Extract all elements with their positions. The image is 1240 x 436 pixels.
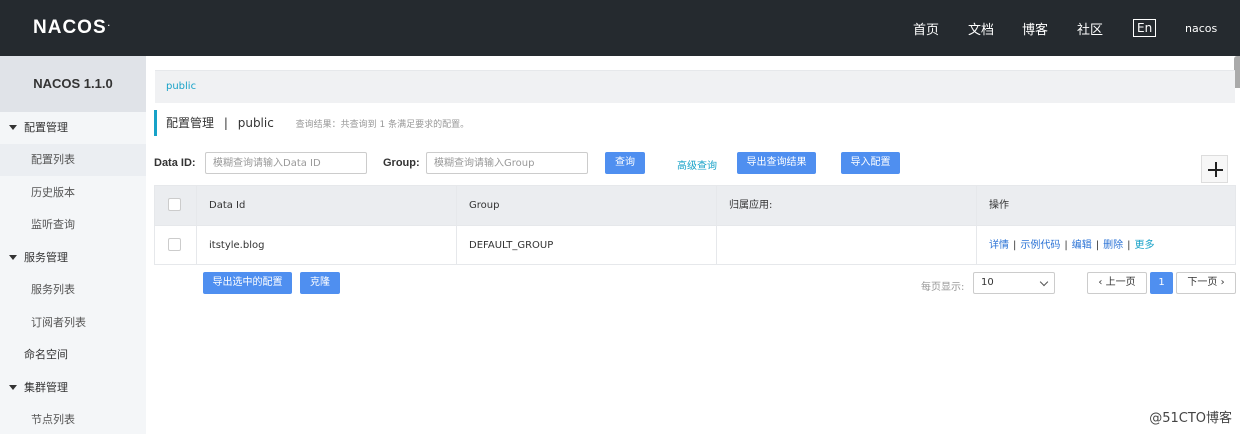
page-size-select[interactable]: 10 (973, 272, 1055, 294)
sidebar-item-namespace[interactable]: 命名空间 (0, 339, 146, 371)
title-separator: | (224, 116, 228, 130)
cell-app (716, 226, 976, 264)
page-number-current[interactable]: 1 (1150, 272, 1173, 294)
row-checkbox[interactable] (168, 238, 181, 251)
data-id-input[interactable] (205, 152, 367, 174)
sidebar-item-history[interactable]: 历史版本 (0, 177, 146, 209)
group-input[interactable] (426, 152, 588, 174)
watermark: @51CTO博客 (1149, 407, 1232, 426)
import-config-button[interactable]: 导入配置 (841, 152, 900, 174)
prev-page-label: 上一页 (1106, 277, 1136, 288)
prev-page-button[interactable]: ‹ 上一页 (1087, 272, 1147, 294)
sidebar-group-cluster[interactable]: 集群管理 (0, 372, 146, 404)
column-header-actions: 操作 (976, 186, 1235, 225)
action-more-link[interactable]: 更多 (1135, 240, 1155, 251)
table-header-row: Data Id Group 归属应用: 操作 (155, 186, 1235, 225)
advanced-query-link[interactable]: 高级查询 (677, 157, 717, 172)
action-delete-link[interactable]: 删除 (1103, 240, 1123, 251)
select-all-checkbox[interactable] (168, 198, 181, 211)
export-results-button[interactable]: 导出查询结果 (737, 152, 816, 174)
sidebar-item-listener-query[interactable]: 监听查询 (0, 209, 146, 241)
column-header-data-id[interactable]: Data Id (196, 186, 456, 225)
page-title-text: 配置管理 (166, 116, 214, 130)
column-header-app[interactable]: 归属应用: (716, 186, 976, 225)
cell-actions: 详情 | 示例代码 | 编辑 | 删除 | 更多 (976, 226, 1235, 264)
nav-home[interactable]: 首页 (913, 19, 939, 38)
clone-button[interactable]: 克隆 (300, 272, 340, 294)
data-id-label: Data ID: (154, 157, 196, 169)
action-detail-link[interactable]: 详情 (989, 240, 1009, 251)
page-size-value: 10 (981, 277, 994, 288)
nav-community[interactable]: 社区 (1077, 19, 1103, 38)
logo-text: NACOS (33, 17, 107, 38)
caret-down-icon (9, 385, 17, 390)
sidebar-group-label: 服务管理 (24, 242, 68, 274)
action-edit-link[interactable]: 编辑 (1072, 240, 1092, 251)
group-label: Group: (383, 157, 420, 169)
sidebar-item-node-list[interactable]: 节点列表 (0, 404, 146, 436)
sidebar: NACOS 1.1.0 配置管理 配置列表 历史版本 监听查询 服务管理 服务列… (0, 56, 146, 434)
nacos-logo[interactable]: NACOS. (33, 17, 111, 39)
add-config-button[interactable] (1201, 155, 1228, 183)
sidebar-group-label: 配置管理 (24, 112, 68, 144)
export-selected-button[interactable]: 导出选中的配置 (203, 272, 292, 294)
sidebar-group-label: 集群管理 (24, 372, 68, 404)
column-header-group[interactable]: Group (456, 186, 716, 225)
user-name[interactable]: nacos (1185, 22, 1217, 35)
cell-data-id: itstyle.blog (196, 226, 456, 264)
config-table: Data Id Group 归属应用: 操作 itstyle.blog DEFA… (154, 185, 1236, 265)
action-separator: | (1013, 240, 1016, 251)
chevron-right-icon: › (1221, 277, 1225, 288)
next-page-button[interactable]: 下一页 › (1176, 272, 1236, 294)
chevron-left-icon: ‹ (1098, 277, 1102, 288)
action-separator: | (1127, 240, 1130, 251)
caret-down-icon (9, 125, 17, 130)
query-result-hint: 查询结果：共查询到 1 条满足要求的配置。 (296, 120, 469, 130)
chevron-down-icon (1040, 278, 1048, 286)
next-page-label: 下一页 (1187, 277, 1217, 288)
namespace-link-public[interactable]: public (166, 81, 196, 92)
action-separator: | (1064, 240, 1067, 251)
logo-mark: . (108, 19, 111, 28)
cell-group: DEFAULT_GROUP (456, 226, 716, 264)
caret-down-icon (9, 255, 17, 260)
language-switch[interactable]: En (1133, 19, 1156, 37)
sidebar-item-service-list[interactable]: 服务列表 (0, 274, 146, 306)
page-size-label: 每页显示: (921, 278, 964, 293)
sidebar-group-config[interactable]: 配置管理 (0, 112, 146, 144)
nav-docs[interactable]: 文档 (968, 19, 994, 38)
query-button[interactable]: 查询 (605, 152, 645, 174)
select-all-cell (155, 186, 196, 225)
row-select-cell (155, 226, 196, 264)
sidebar-item-subscriber-list[interactable]: 订阅者列表 (0, 307, 146, 339)
sidebar-title: NACOS 1.1.0 (0, 56, 146, 112)
sidebar-group-service[interactable]: 服务管理 (0, 242, 146, 274)
sidebar-item-config-list[interactable]: 配置列表 (0, 144, 146, 176)
top-navbar: NACOS. 首页 文档 博客 社区 En nacos (0, 0, 1240, 56)
action-separator: | (1096, 240, 1099, 251)
page-namespace: public (238, 116, 274, 130)
table-row: itstyle.blog DEFAULT_GROUP 详情 | 示例代码 | 编辑 | 删除… (155, 225, 1235, 264)
action-sample-code-link[interactable]: 示例代码 (1020, 240, 1060, 251)
page-title: 配置管理 | public 查询结果：共查询到 1 条满足要求的配置。 (154, 110, 469, 136)
nav-blog[interactable]: 博客 (1022, 19, 1048, 38)
namespace-bar: public (155, 70, 1235, 103)
